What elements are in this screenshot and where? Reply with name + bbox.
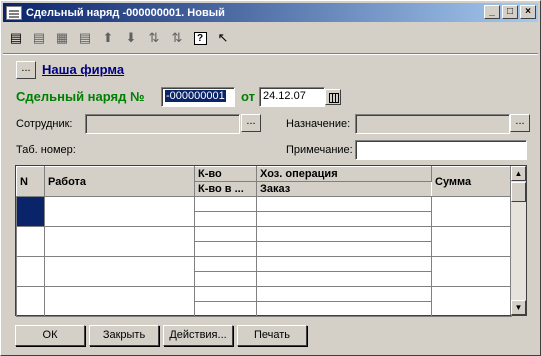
document-icon: [6, 5, 22, 20]
scroll-thumb[interactable]: [511, 182, 526, 202]
note-field[interactable]: [355, 140, 527, 160]
document-number-label: Сдельный наряд №: [16, 89, 145, 104]
date-field[interactable]: 24.12.07: [259, 87, 325, 107]
whats-this-icon[interactable]: ↖: [214, 29, 232, 47]
title-bar[interactable]: Сдельный наряд -000000001. Новый _ □ ×: [3, 3, 538, 22]
table-row[interactable]: [16, 196, 512, 227]
table-row[interactable]: [16, 226, 512, 257]
purpose-label: Назначение:: [286, 118, 351, 130]
move-down-icon[interactable]: ⬇: [122, 29, 140, 47]
firm-link[interactable]: Наша фирма: [42, 62, 124, 77]
employee-select-button[interactable]: ...: [241, 114, 261, 132]
copy-row-icon[interactable]: ▤: [30, 29, 48, 47]
edit-row-icon[interactable]: ▤: [76, 29, 94, 47]
table-cell[interactable]: [16, 226, 45, 257]
table-cell[interactable]: [44, 256, 195, 287]
toolbar-separator: [3, 53, 538, 55]
column-header-quantity-in[interactable]: К-во в ...: [194, 181, 257, 197]
document-window: Сдельный наряд -000000001. Новый _ □ × ▤…: [0, 0, 541, 356]
work-table-grid: N Работа К-во Хоз. операция Сумма К-во в…: [16, 166, 512, 317]
window-controls: _ □ ×: [482, 5, 536, 19]
table-cell[interactable]: [194, 256, 257, 272]
close-button[interactable]: ×: [520, 5, 536, 19]
table-cell[interactable]: [256, 196, 432, 212]
table-cell[interactable]: [16, 286, 45, 317]
table-cell[interactable]: [431, 226, 512, 257]
vertical-scrollbar[interactable]: ▲ ▼: [510, 166, 526, 315]
table-cell[interactable]: [44, 226, 195, 257]
print-button[interactable]: Печать: [237, 325, 307, 346]
table-cell[interactable]: [256, 256, 432, 272]
employee-label: Сотрудник:: [16, 118, 73, 130]
table-cell[interactable]: [431, 286, 512, 317]
table-cell[interactable]: [44, 196, 195, 227]
column-header-n[interactable]: N: [16, 166, 45, 197]
document-number-value: -000000001: [165, 90, 226, 102]
table-cell[interactable]: [256, 211, 432, 227]
table-row[interactable]: [16, 286, 512, 317]
table-cell[interactable]: [256, 241, 432, 257]
date-label: от: [241, 89, 255, 104]
column-header-quantity[interactable]: К-во: [194, 166, 257, 182]
new-row-icon[interactable]: ▤: [7, 29, 25, 47]
help-icon[interactable]: ?: [191, 29, 209, 47]
sort-desc-icon[interactable]: ⇅: [168, 29, 186, 47]
table-cell[interactable]: [256, 301, 432, 317]
delete-row-icon[interactable]: ▦: [53, 29, 71, 47]
actions-button[interactable]: Действия...: [163, 325, 233, 346]
table-cell[interactable]: [16, 256, 45, 287]
table-cell[interactable]: [16, 196, 45, 227]
table-cell[interactable]: [194, 226, 257, 242]
purpose-field[interactable]: [355, 114, 510, 134]
bottom-button-bar: ОК Закрыть Действия... Печать: [15, 325, 311, 346]
table-cell[interactable]: [431, 196, 512, 227]
table-cell[interactable]: [256, 286, 432, 302]
work-table[interactable]: N Работа К-во Хоз. операция Сумма К-во в…: [15, 165, 527, 317]
table-cell[interactable]: [256, 226, 432, 242]
close-dialog-button[interactable]: Закрыть: [89, 325, 159, 346]
table-cell[interactable]: [194, 196, 257, 212]
table-cell[interactable]: [194, 301, 257, 317]
scroll-up-icon[interactable]: ▲: [511, 166, 526, 181]
document-number-field[interactable]: -000000001: [161, 87, 235, 107]
table-cell[interactable]: [431, 256, 512, 287]
toolbar: ▤ ▤ ▦ ▤ ⬆ ⬇ ⇅ ⇅ ? ↖: [7, 27, 237, 49]
table-cell[interactable]: [44, 286, 195, 317]
sort-asc-icon[interactable]: ⇅: [145, 29, 163, 47]
table-cell[interactable]: [194, 241, 257, 257]
ok-button[interactable]: ОК: [15, 325, 85, 346]
tab-number-label: Таб. номер:: [16, 144, 76, 156]
firm-select-button[interactable]: ...: [16, 61, 36, 79]
table-row[interactable]: [16, 256, 512, 287]
table-cell[interactable]: [194, 211, 257, 227]
column-header-operation[interactable]: Хоз. операция: [256, 166, 432, 182]
minimize-button[interactable]: _: [484, 5, 500, 19]
note-label: Примечание:: [286, 144, 353, 156]
window-title: Сдельный наряд -000000001. Новый: [26, 6, 225, 19]
table-cell[interactable]: [194, 286, 257, 302]
calendar-icon[interactable]: [325, 89, 341, 105]
column-header-order[interactable]: Заказ: [256, 181, 432, 197]
move-up-icon[interactable]: ⬆: [99, 29, 117, 47]
purpose-select-button[interactable]: ...: [510, 114, 530, 132]
table-cell[interactable]: [194, 271, 257, 287]
scroll-down-icon[interactable]: ▼: [511, 300, 526, 315]
column-header-work[interactable]: Работа: [44, 166, 195, 197]
column-header-sum[interactable]: Сумма: [431, 166, 512, 197]
employee-field[interactable]: [85, 114, 240, 134]
maximize-button[interactable]: □: [502, 5, 518, 19]
table-cell[interactable]: [256, 271, 432, 287]
